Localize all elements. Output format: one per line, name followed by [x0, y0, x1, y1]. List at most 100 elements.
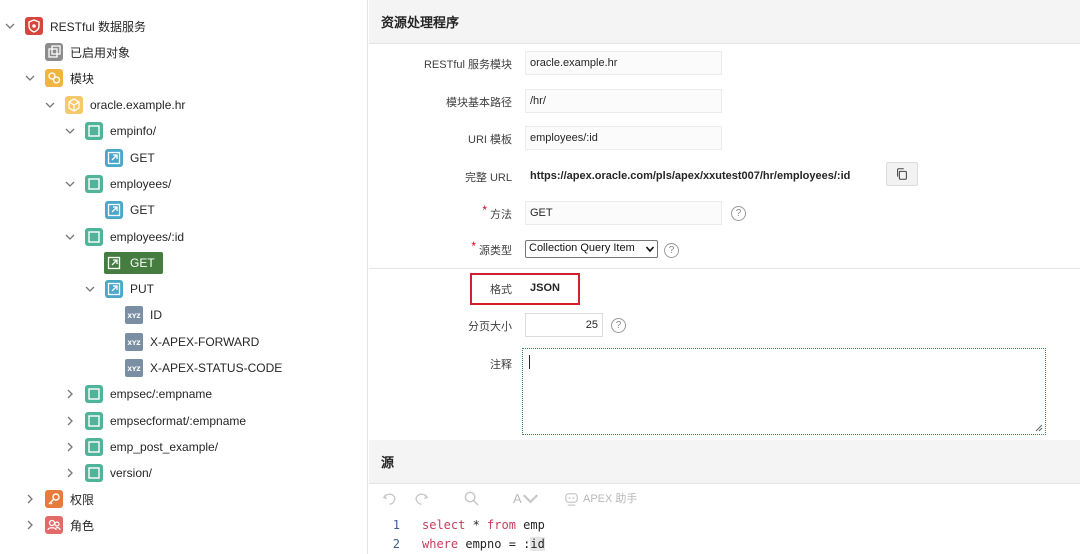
svg-text:XYZ: XYZ: [127, 313, 141, 320]
tree-label: empsecformat/:empname: [110, 414, 247, 428]
parameter-icon: XYZ: [124, 358, 144, 378]
tree-node-template[interactable]: emp_post_example/: [64, 435, 218, 459]
tree-node-rest-services[interactable]: RESTful 数据服务: [4, 14, 146, 38]
tree-node-template[interactable]: employees/:id: [64, 225, 184, 249]
field-label: 模块基本路径: [446, 97, 512, 109]
field-label: * 方法: [482, 203, 512, 221]
tree-node-module[interactable]: oracle.example.hr: [44, 93, 185, 117]
code-line: 1 select * from emp: [369, 515, 1080, 534]
apex-assist-button[interactable]: APEX 助手: [563, 490, 637, 507]
selected-highlight: GET: [104, 252, 163, 274]
copy-icon: [897, 168, 907, 180]
chevron-down-icon[interactable]: [4, 20, 16, 32]
chevron-down-icon[interactable]: [24, 72, 36, 84]
field-label: 注释: [490, 359, 512, 371]
tree-node-handler[interactable]: GET: [84, 198, 155, 222]
chevron-down-icon[interactable]: [64, 231, 76, 243]
chevron-right-icon[interactable]: [24, 519, 36, 531]
editor-toolbar: A APEX 助手: [369, 483, 1080, 513]
field-label: URI 模板: [468, 134, 512, 146]
field-base-path: 模块基本路径 /hr/: [369, 89, 1080, 115]
source-region-title: 源: [369, 440, 1080, 484]
chevron-right-icon[interactable]: [64, 388, 76, 400]
tree-label: 已启用对象: [70, 45, 131, 60]
divider: [369, 268, 1080, 269]
svg-text:XYZ: XYZ: [127, 340, 141, 347]
tree-node-template[interactable]: empinfo/: [64, 119, 156, 143]
page-size-input[interactable]: 25: [525, 313, 603, 337]
source-type-select[interactable]: Collection Query Item: [525, 240, 658, 258]
tree-label: PUT: [130, 282, 154, 296]
template-icon: [84, 174, 104, 194]
uri-template-value: employees/:id: [525, 126, 722, 150]
full-url-value: https://apex.oracle.com/pls/apex/xxutest…: [530, 170, 851, 182]
field-label: 完整 URL: [464, 172, 512, 184]
chevron-down-icon[interactable]: [64, 178, 76, 190]
tree-node-template[interactable]: employees/: [64, 172, 171, 196]
help-icon[interactable]: ?: [611, 318, 626, 333]
tree-node-template[interactable]: empsecformat/:empname: [64, 409, 246, 433]
tree-label: empinfo/: [110, 124, 157, 138]
tree-node-enabled-objects[interactable]: 已启用对象: [24, 40, 130, 64]
chevron-right-icon[interactable]: [24, 493, 36, 505]
tree-node-handler-selected[interactable]: GET: [84, 251, 163, 275]
field-label: 分页大小: [468, 321, 512, 333]
tree-node-roles[interactable]: 角色: [24, 513, 94, 537]
chevron-right-icon[interactable]: [64, 441, 76, 453]
chevron-down-icon[interactable]: [84, 283, 96, 295]
module-value: oracle.example.hr: [525, 51, 722, 75]
handler-icon: [104, 253, 124, 273]
code-text: select * from emp: [422, 517, 545, 532]
code-editor[interactable]: 1 select * from emp 2 where empno = :id: [369, 515, 1080, 553]
region-title: 资源处理程序: [369, 0, 1080, 44]
tree-label: ID: [150, 308, 162, 322]
tree-node-handler[interactable]: GET: [84, 146, 155, 170]
chevron-down-icon[interactable]: [44, 99, 56, 111]
field-source-type: * 源类型 Collection Query Item ?: [369, 239, 1080, 266]
module-cube-icon: [64, 95, 84, 115]
tree-label: empsec/:empname: [110, 387, 213, 401]
help-icon[interactable]: ?: [664, 243, 679, 258]
tree-node-privileges[interactable]: 权限: [24, 487, 94, 511]
base-path-value: /hr/: [525, 89, 722, 113]
parameter-icon: XYZ: [124, 305, 144, 325]
field-method: * 方法 GET ?: [369, 201, 1080, 227]
tree-node-parameter[interactable]: XYZ ID: [104, 303, 162, 327]
tree-node-template[interactable]: version/: [64, 461, 152, 485]
tree-node-template[interactable]: empsec/:empname: [64, 382, 212, 406]
template-icon: [84, 121, 104, 141]
font-size-button[interactable]: A: [513, 490, 539, 507]
help-icon[interactable]: ?: [731, 206, 746, 221]
comment-textarea[interactable]: [522, 348, 1046, 435]
chevron-right-icon[interactable]: [64, 415, 76, 427]
text-cursor: [529, 355, 530, 369]
handler-icon: [104, 279, 124, 299]
copy-button[interactable]: [886, 162, 918, 186]
undo-button[interactable]: [381, 490, 398, 507]
field-label: * 源类型: [471, 239, 512, 257]
resize-grip-icon[interactable]: [1035, 424, 1043, 432]
tree-node-modules[interactable]: 模块: [24, 66, 94, 90]
undo-icon: [382, 493, 396, 505]
tree-label: employees/: [110, 177, 172, 191]
handler-icon: [104, 148, 124, 168]
parameter-icon: XYZ: [124, 332, 144, 352]
redo-icon: [415, 493, 429, 505]
tree-node-parameter[interactable]: XYZ X-APEX-STATUS-CODE: [104, 356, 282, 380]
navigation-tree: RESTful 数据服务 已启用对象 模块 oracle.example.hr …: [0, 0, 368, 554]
code-text: where empno = :id: [422, 536, 545, 551]
chevron-down-icon[interactable]: [64, 125, 76, 137]
tree-node-handler[interactable]: PUT: [84, 277, 154, 301]
tree-label: 权限: [70, 492, 95, 507]
search-button[interactable]: [463, 490, 480, 507]
method-value: GET: [525, 201, 722, 225]
tree-label: version/: [110, 466, 153, 480]
tree-node-parameter[interactable]: XYZ X-APEX-FORWARD: [104, 330, 259, 354]
redo-button[interactable]: [413, 490, 430, 507]
tree-label: 模块: [70, 71, 95, 86]
field-page-size: 分页大小 25 ?: [369, 313, 1080, 339]
users-icon: [44, 515, 64, 535]
tree-label: GET: [130, 151, 155, 165]
modules-icon: [44, 68, 64, 88]
chevron-right-icon[interactable]: [64, 467, 76, 479]
